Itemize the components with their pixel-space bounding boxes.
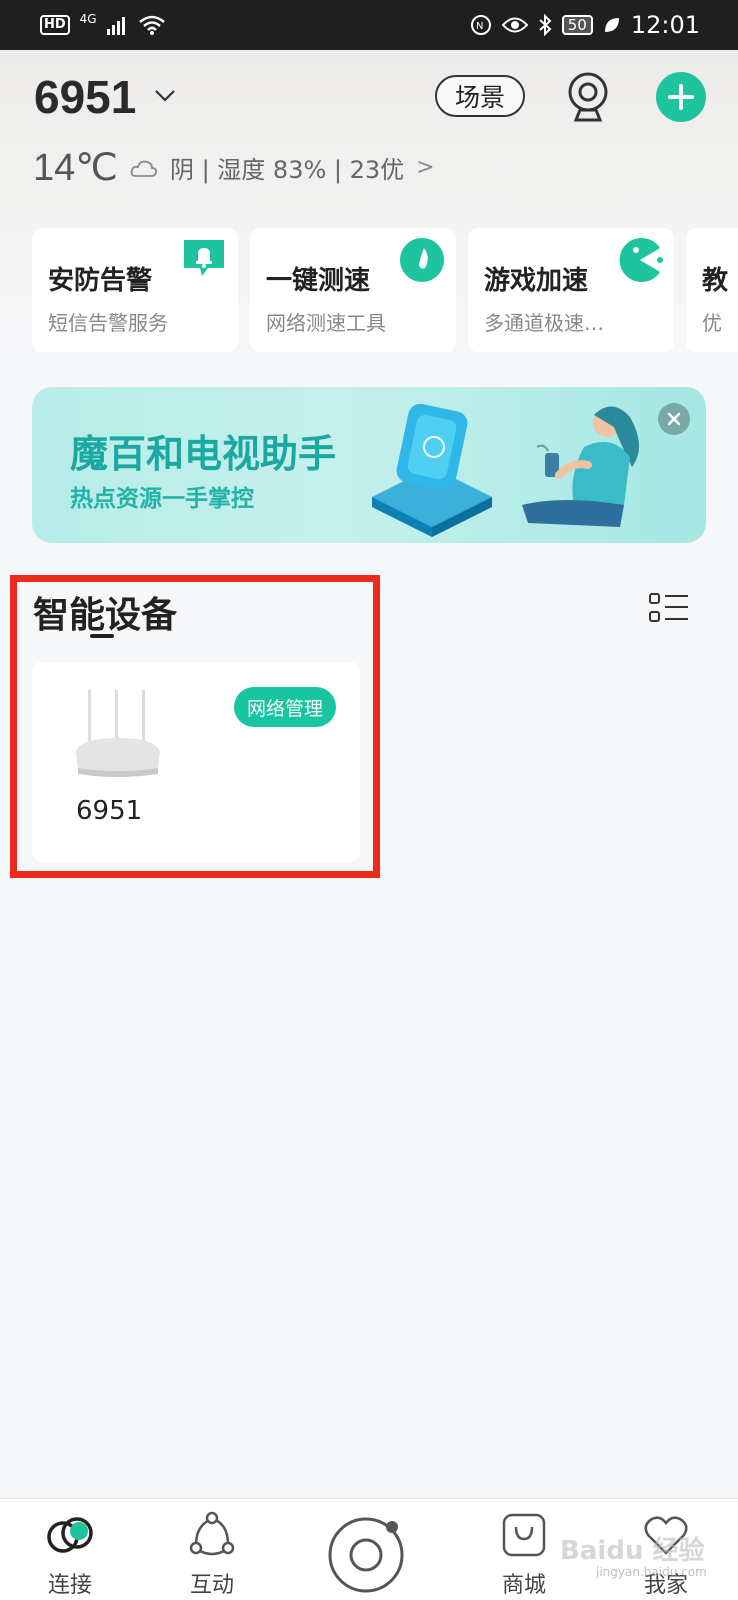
weather-row[interactable]: 14℃ 阴 | 湿度 83% | 23优 > [33, 145, 435, 190]
card-subtitle: 网络测速工具 [266, 311, 386, 335]
tab-connect[interactable]: 连接 [20, 1511, 120, 1600]
service-cards: 安防告警 短信告警服务 一键测速 网络测速工具 游戏加速 多通道极速… 教 优 [32, 228, 738, 352]
card-subtitle: 短信告警服务 [48, 311, 168, 335]
service-card-speedtest[interactable]: 一键测速 网络测速工具 [250, 228, 456, 352]
battery-indicator: 50 [561, 15, 593, 35]
service-card-partial[interactable]: 教 优 [686, 228, 738, 352]
scene-button[interactable]: 场景 [435, 75, 525, 117]
list-view-icon[interactable] [648, 590, 692, 626]
close-banner-button[interactable] [658, 403, 690, 435]
leaf-icon [604, 18, 619, 32]
tab-label: 连接 [47, 1573, 92, 1598]
close-icon [667, 412, 681, 426]
camera-icon[interactable] [566, 72, 610, 122]
card-title: 教 [702, 266, 729, 296]
svg-text:N: N [476, 21, 483, 32]
status-left: HD 4G [40, 12, 165, 35]
card-subtitle: 优 [702, 311, 722, 335]
status-bar: HD 4G N 50 12:01 [0, 0, 738, 50]
card-subtitle: 多通道极速… [484, 311, 604, 335]
network-type: 4G [79, 12, 97, 26]
banner-title: 魔百和电视助手 [70, 432, 337, 476]
banner-subtitle: 热点资源一手掌控 [70, 486, 254, 512]
bell-chat-icon [184, 240, 224, 276]
speed-drop-icon [400, 238, 444, 282]
bluetooth-icon [539, 14, 552, 36]
tab-label: 商城 [501, 1573, 546, 1598]
tab-interact[interactable]: 互动 [162, 1511, 262, 1600]
banner-illustration [372, 403, 640, 537]
wifi-icon [138, 15, 165, 35]
plus-icon [668, 84, 694, 110]
tab-label: 互动 [189, 1573, 234, 1598]
chevron-down-icon[interactable] [154, 84, 176, 106]
share-nodes-icon [189, 1511, 235, 1556]
connect-icon [47, 1517, 93, 1553]
watermark-url: jingyan.baidu.com [596, 1565, 707, 1579]
eye-icon [501, 17, 528, 33]
nfc-icon: N [470, 15, 491, 35]
highlight-box [10, 575, 380, 878]
shopping-bag-icon [502, 1513, 546, 1557]
clock: 12:01 [630, 11, 700, 39]
cloud-icon [130, 160, 158, 177]
status-right: N 50 12:01 [470, 11, 700, 39]
add-button[interactable] [656, 72, 706, 122]
tab-store[interactable]: 商城 [474, 1511, 574, 1600]
home-name[interactable]: 6951 [34, 70, 136, 124]
signal-icon [106, 17, 125, 35]
temperature: 14℃ [33, 147, 118, 189]
watermark: Baidu 经验 [560, 1536, 705, 1566]
service-card-game-boost[interactable]: 游戏加速 多通道极速… [468, 228, 674, 352]
center-ring-icon[interactable] [326, 1513, 408, 1595]
hd-badge: HD [40, 15, 70, 35]
weather-info: 阴 | 湿度 83% | 23优 [169, 156, 405, 184]
promo-banner[interactable]: 魔百和电视助手 热点资源一手掌控 [32, 387, 706, 543]
chevron-right-icon: > [416, 155, 435, 180]
pacman-icon [619, 238, 663, 282]
service-card-security[interactable]: 安防告警 短信告警服务 [32, 228, 238, 352]
